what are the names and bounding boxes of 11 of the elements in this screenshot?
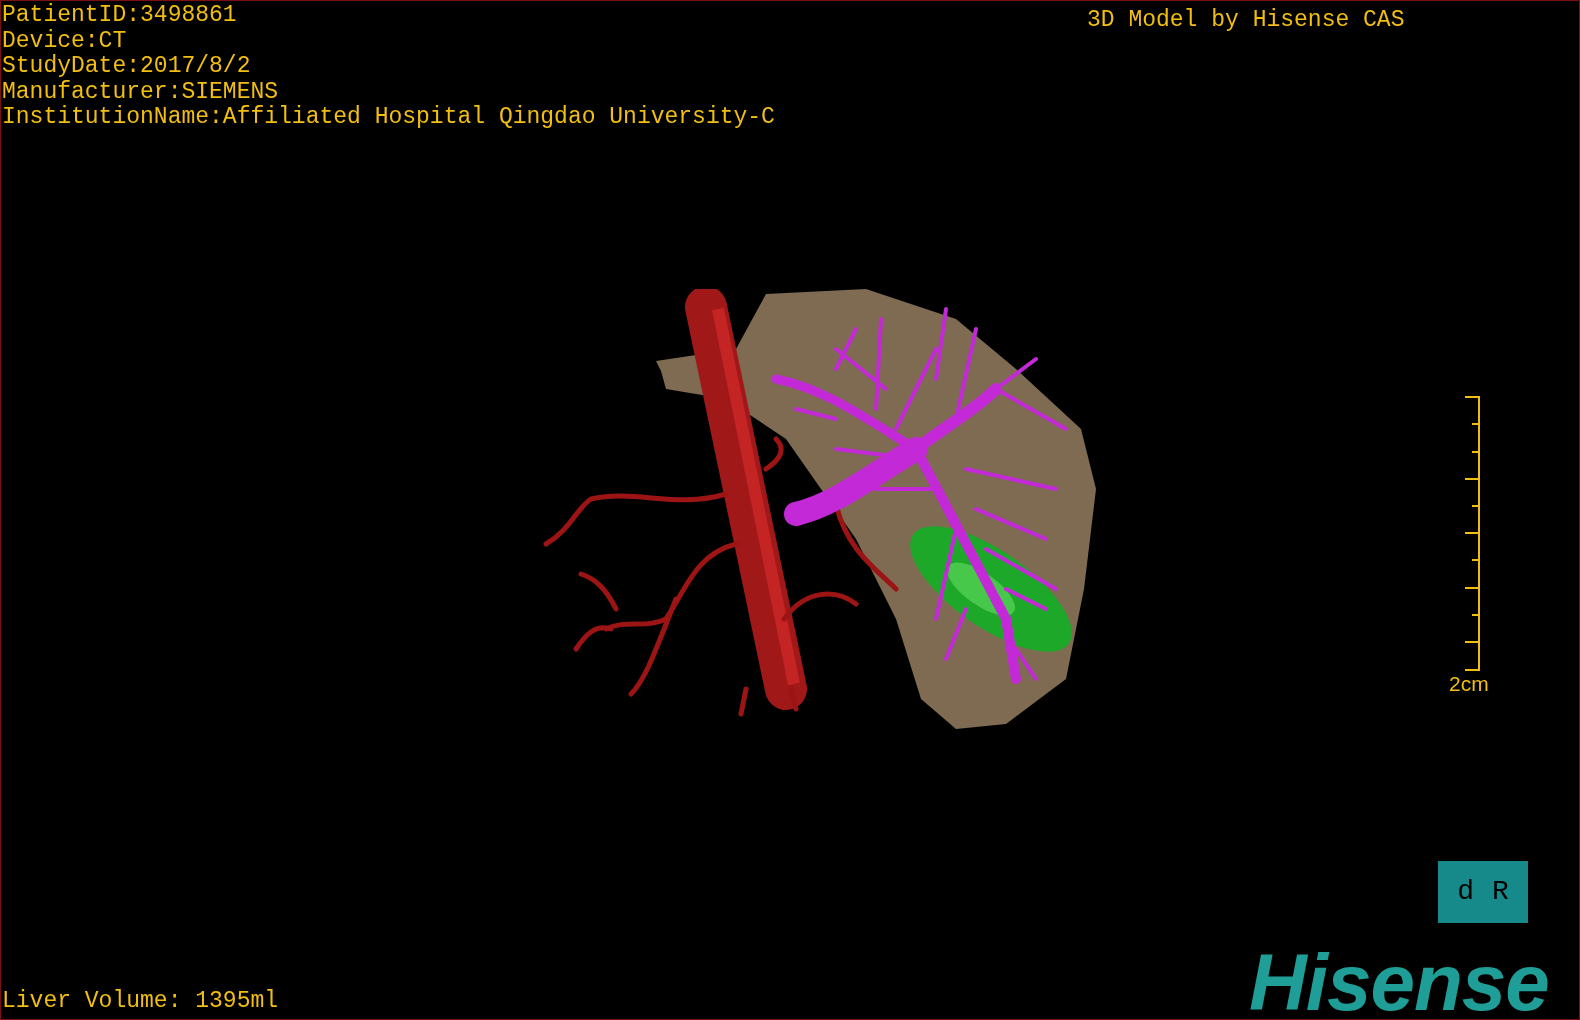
info-line: Manufacturer:SIEMENS: [2, 79, 280, 105]
info-line: StudyDate:2017/8/2: [2, 54, 252, 80]
info-line: PatientID:3498861: [2, 3, 238, 29]
scale-label: 2cm: [1449, 673, 1489, 694]
info-line: Device:CT: [2, 28, 128, 54]
orientation-label: R: [1492, 878, 1509, 906]
model-caption: 3D Model by Hisense CAS: [1087, 6, 1405, 35]
liver-volume-text: Liver Volume: 1395ml: [2, 987, 279, 1016]
orientation-label: d: [1457, 878, 1474, 906]
brand-logo: Hisense: [1249, 943, 1549, 1020]
info-line: InstitutionName:Affiliated Hospital Qingdao University-C: [2, 105, 775, 131]
